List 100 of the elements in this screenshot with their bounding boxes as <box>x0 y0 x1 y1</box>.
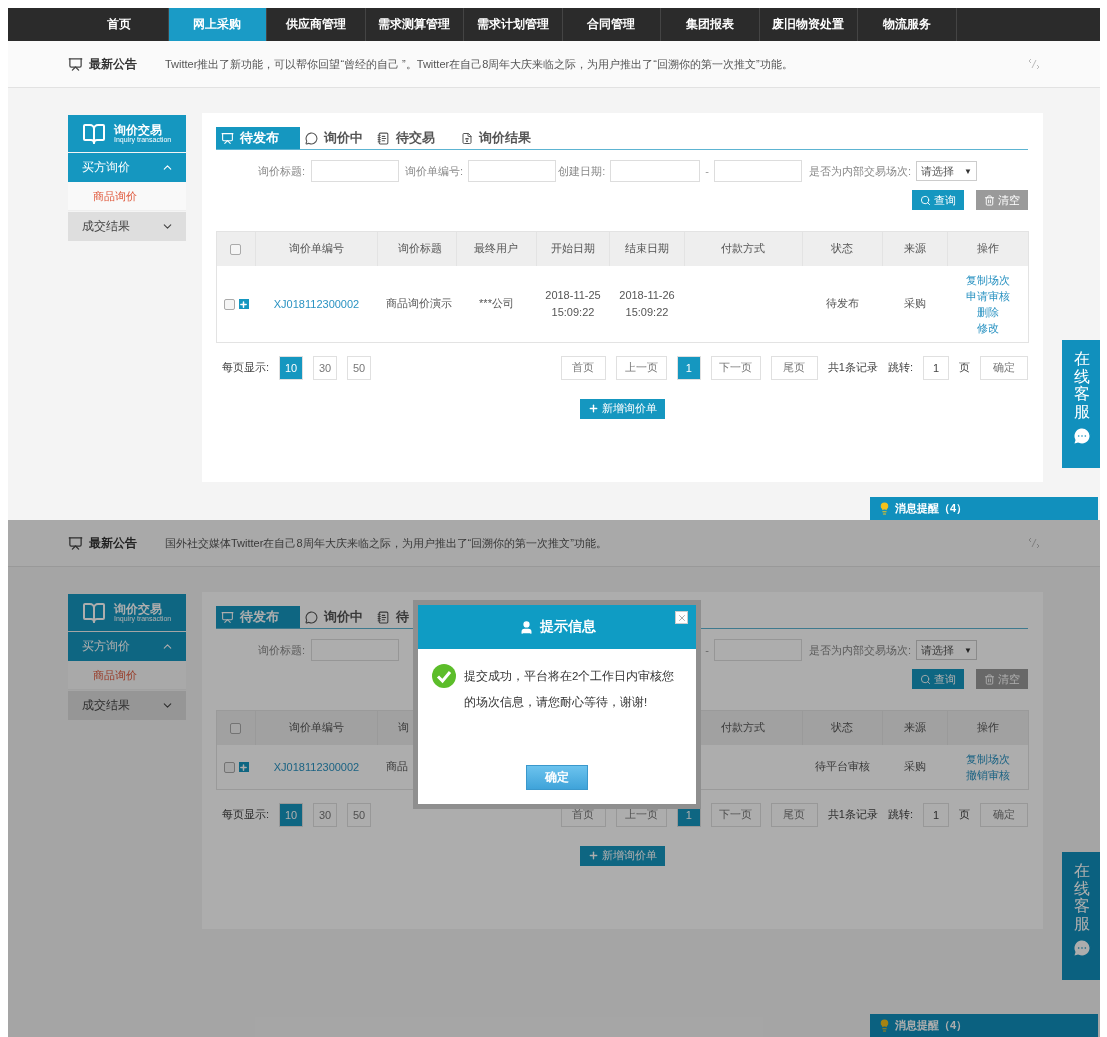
pager-arrows-icon[interactable] <box>1028 537 1040 549</box>
filter-label: 询价标题: <box>258 163 306 179</box>
query-button[interactable]: 查询 <box>912 669 964 689</box>
date-field[interactable] <box>714 160 802 182</box>
last-page-button[interactable]: 尾页 <box>770 802 818 827</box>
first-page-button[interactable]: 首页 <box>560 355 606 380</box>
page-size-option[interactable]: 50 <box>347 355 372 380</box>
clear-button[interactable]: 清空 <box>976 669 1028 689</box>
confirm-button[interactable]: 确定 <box>980 355 1028 380</box>
page-size-option[interactable]: 50 <box>347 802 372 827</box>
notice-title: 最新公告 <box>89 534 137 552</box>
jump-field[interactable]: 1 <box>923 355 949 380</box>
tab[interactable]: 询价中 <box>300 127 372 149</box>
input-field[interactable] <box>311 160 399 182</box>
checkbox[interactable] <box>223 761 235 773</box>
input-field[interactable] <box>468 160 556 182</box>
close-icon <box>676 612 687 623</box>
chat-icon <box>1071 426 1092 447</box>
checkbox[interactable] <box>223 298 235 310</box>
message-reminder-button[interactable]: 消息提醒（4） <box>870 1014 1098 1037</box>
action-link[interactable]: 撤销审核 <box>947 766 1028 783</box>
add-inquiry-button[interactable]: 新增询价单 <box>579 845 665 866</box>
tab[interactable]: 询价中 <box>300 606 372 628</box>
order-link[interactable]: XJ018112300002 <box>255 295 378 312</box>
prev-page-button[interactable]: 上一页 <box>615 355 667 380</box>
dialog-ok-button[interactable]: 确定 <box>526 765 588 790</box>
filter-label: 询价单编号: <box>404 163 463 179</box>
action-link[interactable]: 删除 <box>947 303 1028 320</box>
page-size-label: 每页显示: <box>222 360 270 375</box>
select-field[interactable]: 请选择 ▼ <box>916 640 977 660</box>
last-page-button[interactable]: 尾页 <box>770 355 818 380</box>
column-header: 付款方式 <box>721 242 765 255</box>
notice-icon <box>68 535 83 551</box>
record-count: 共1条记录 <box>827 807 878 822</box>
expand-icon[interactable] <box>238 299 249 310</box>
close-button[interactable] <box>675 611 688 624</box>
page-size-option[interactable]: 30 <box>313 802 338 827</box>
date-field[interactable] <box>610 160 701 182</box>
checkbox[interactable] <box>230 244 241 256</box>
add-inquiry-button[interactable]: 新增询价单 <box>579 398 665 419</box>
page-size-option[interactable]: 30 <box>313 355 338 380</box>
order-link[interactable]: XJ018112300002 <box>255 758 378 775</box>
page-size-option[interactable]: 10 <box>279 355 304 380</box>
action-link[interactable]: 复制场次 <box>947 271 1028 288</box>
table-cell-text: 2018-11-26 15:09:22 <box>618 287 676 320</box>
next-page-button[interactable]: 下一页 <box>710 802 761 827</box>
page-size-option[interactable]: 10 <box>279 802 304 827</box>
pager-arrows-icon[interactable] <box>1028 58 1040 70</box>
table-cell: 商品 <box>385 760 408 772</box>
sidebar-group[interactable]: 成交结果 <box>68 212 186 241</box>
select-field[interactable]: 请选择 ▼ <box>916 161 977 181</box>
tab[interactable]: 待交易 <box>372 127 456 149</box>
column-header: 状态 <box>831 242 853 255</box>
range-separator: - <box>705 165 709 177</box>
filter-label: 创建日期: <box>558 163 606 179</box>
next-page-button[interactable]: 下一页 <box>710 355 761 380</box>
notice-icon <box>68 56 83 72</box>
page-size-label: 每页显示: <box>222 807 270 822</box>
dialog-message: 提交成功，平台将在2个工作日内审核您的场次信息，请您耐心等待，谢谢! <box>464 669 676 710</box>
speech-bubble-icon <box>305 131 318 145</box>
sidebar-item[interactable]: 商品询价 <box>68 661 186 690</box>
person-icon <box>518 619 534 635</box>
query-button[interactable]: 查询 <box>912 190 964 210</box>
online-service-tab[interactable]: 在线客服 <box>1062 852 1100 980</box>
page-number-button[interactable]: 1 <box>676 355 701 380</box>
filter-label: 是否为内部交易场次: <box>809 163 912 179</box>
online-service-tab[interactable]: 在线客服 <box>1062 340 1100 468</box>
chat-icon <box>1071 938 1092 959</box>
search-icon <box>920 194 931 206</box>
action-link[interactable]: 申请审核 <box>947 287 1028 304</box>
sidebar-group[interactable]: 成交结果 <box>68 691 186 720</box>
tab[interactable]: 待发布 <box>216 606 300 628</box>
table-cell-text: 2018-11-25 15:09:22 <box>544 287 602 320</box>
notebook-icon <box>377 610 390 624</box>
message-reminder-button[interactable]: 消息提醒（4） <box>870 497 1098 520</box>
sidebar-group[interactable]: 买方询价 <box>68 632 186 661</box>
notice-text: 国外社交媒体Twitter在自己8周年大庆来临之际，为用户推出了“回溯你的第一次推文”功能。 <box>165 535 608 551</box>
column-header: 状态 <box>831 721 853 734</box>
nav-tab[interactable]: 网上采购 <box>168 8 267 41</box>
page-unit: 页 <box>959 360 970 375</box>
column-header: 最终用户 <box>474 242 518 255</box>
column-header: 询 <box>398 721 409 734</box>
checkbox[interactable] <box>230 723 241 735</box>
search-icon <box>920 673 931 685</box>
success-check-icon <box>432 664 456 688</box>
tab[interactable]: 询价结果 <box>456 127 536 149</box>
speech-bubble-icon <box>305 610 318 624</box>
table-cell: 采购 <box>904 297 926 309</box>
action-link[interactable]: 修改 <box>947 319 1028 336</box>
action-link[interactable]: 复制场次 <box>947 750 1028 767</box>
clear-button[interactable]: 清空 <box>976 190 1028 210</box>
table-cell: ***公司 <box>479 297 514 309</box>
jump-field[interactable]: 1 <box>923 802 949 827</box>
tab[interactable]: 待 <box>372 606 456 628</box>
sidebar-item[interactable]: 商品询价 <box>68 182 186 211</box>
confirm-button[interactable]: 确定 <box>980 802 1028 827</box>
tab[interactable]: 待发布 <box>216 127 300 149</box>
document-icon <box>461 131 473 145</box>
expand-icon[interactable] <box>238 762 249 773</box>
sidebar-group[interactable]: 买方询价 <box>68 153 186 182</box>
